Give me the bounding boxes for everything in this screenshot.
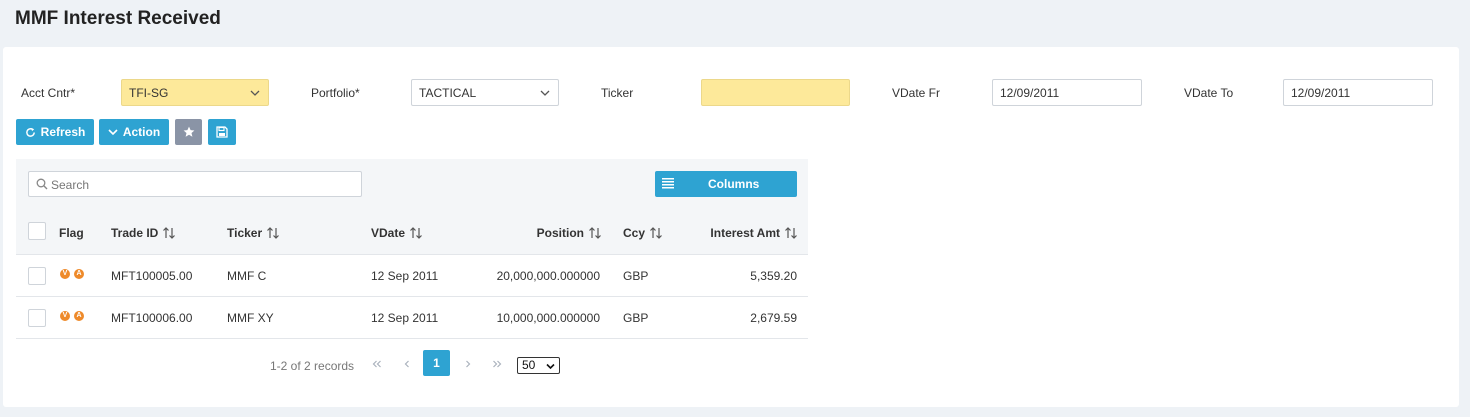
header-ticker[interactable]: Ticker [227, 226, 280, 240]
action-label: Action [122, 125, 161, 139]
acct-cntr-label: Acct Cntr* [21, 86, 76, 100]
page-size-select[interactable]: 50 [517, 357, 560, 374]
chevron-down-icon [546, 363, 555, 370]
flag-v-badge: V [60, 269, 70, 279]
portfolio-value: TACTICAL [419, 86, 477, 100]
cell-interest-amt: 5,359.20 [750, 269, 797, 283]
sort-icon [410, 227, 422, 239]
floppy-disk-icon [216, 126, 228, 138]
favorite-button[interactable] [175, 119, 202, 145]
data-grid: Columns Flag Trade ID Ticker VDate Posit… [16, 159, 808, 376]
refresh-button[interactable]: Refresh [16, 119, 94, 145]
cell-trade-id: MFT100005.00 [111, 269, 193, 283]
cell-vdate: 12 Sep 2011 [371, 311, 439, 325]
action-button[interactable]: Action [99, 119, 169, 145]
vdate-to-label: VDate To [1184, 86, 1234, 100]
list-icon [662, 178, 674, 189]
sort-icon [785, 227, 797, 239]
row-checkbox[interactable] [28, 309, 46, 327]
search-icon [36, 178, 48, 190]
vdate-fr-label: VDate Fr [892, 86, 941, 100]
header-vdate[interactable]: VDate [371, 226, 423, 240]
cell-interest-amt: 2,679.59 [750, 311, 797, 325]
columns-label: Columns [708, 177, 760, 191]
sort-icon [589, 227, 601, 239]
page-title: MMF Interest Received [15, 8, 221, 29]
records-count: 1-2 of 2 records [270, 359, 355, 373]
table-row[interactable]: V A MFT100006.00 MMF XY 12 Sep 2011 10,0… [16, 297, 808, 339]
acct-cntr-value: TFI-SG [129, 86, 169, 100]
header-trade-id[interactable]: Trade ID [111, 226, 176, 240]
select-all-checkbox[interactable] [28, 222, 46, 240]
flag-v-badge: V [60, 311, 70, 321]
portfolio-select[interactable]: TACTICAL [411, 79, 559, 106]
table-header: Flag Trade ID Ticker VDate Position Ccy … [16, 210, 808, 255]
cell-ticker: MMF C [227, 269, 267, 283]
filter-panel: Acct Cntr* Portfolio* Ticker VDate Fr VD… [3, 47, 1459, 407]
header-flag: Flag [59, 226, 84, 240]
cell-ticker: MMF XY [227, 311, 274, 325]
vdate-to-input[interactable]: 12/09/2011 [1283, 79, 1433, 106]
header-position[interactable]: Position [496, 226, 602, 240]
cell-trade-id: MFT100006.00 [111, 311, 193, 325]
page-size-value: 50 [522, 358, 536, 372]
row-checkbox[interactable] [28, 267, 46, 285]
sort-icon [650, 227, 662, 239]
cell-position: 10,000,000.000000 [496, 311, 600, 325]
first-page-icon[interactable] [372, 360, 382, 368]
flag-a-badge: A [74, 269, 84, 279]
portfolio-label: Portfolio* [311, 86, 360, 100]
header-interest-amt[interactable]: Interest Amt [676, 226, 798, 240]
page-1-button[interactable]: 1 [423, 350, 450, 376]
vdate-to-value: 12/09/2011 [1291, 86, 1351, 100]
refresh-icon [25, 127, 35, 137]
columns-button[interactable]: Columns [655, 171, 797, 197]
ticker-label: Ticker [601, 86, 634, 100]
search-box[interactable] [28, 171, 362, 197]
sort-icon [267, 227, 280, 239]
cell-vdate: 12 Sep 2011 [371, 269, 439, 283]
chevron-down-icon [108, 129, 118, 136]
last-page-icon[interactable] [492, 360, 502, 368]
chevron-down-icon [250, 90, 260, 96]
vdate-fr-input[interactable]: 12/09/2011 [992, 79, 1142, 106]
chevron-down-icon [540, 90, 550, 96]
prev-page-icon[interactable] [403, 360, 411, 368]
next-page-icon[interactable] [464, 360, 472, 368]
flag-a-badge: A [74, 311, 84, 321]
cell-ccy: GBP [623, 311, 649, 325]
table-row[interactable]: V A MFT100005.00 MMF C 12 Sep 2011 20,00… [16, 255, 808, 297]
search-input[interactable] [51, 176, 351, 193]
acct-cntr-select[interactable]: TFI-SG [121, 79, 269, 106]
header-ccy[interactable]: Ccy [623, 226, 663, 240]
save-button[interactable] [208, 119, 236, 145]
vdate-fr-value: 12/09/2011 [1000, 86, 1060, 100]
ticker-input[interactable] [701, 79, 850, 106]
cell-ccy: GBP [623, 269, 649, 283]
refresh-label: Refresh [40, 125, 86, 139]
star-icon [183, 126, 194, 137]
cell-position: 20,000,000.000000 [496, 269, 600, 283]
grid-toolbar: Columns [16, 159, 808, 210]
sort-icon [163, 227, 176, 239]
